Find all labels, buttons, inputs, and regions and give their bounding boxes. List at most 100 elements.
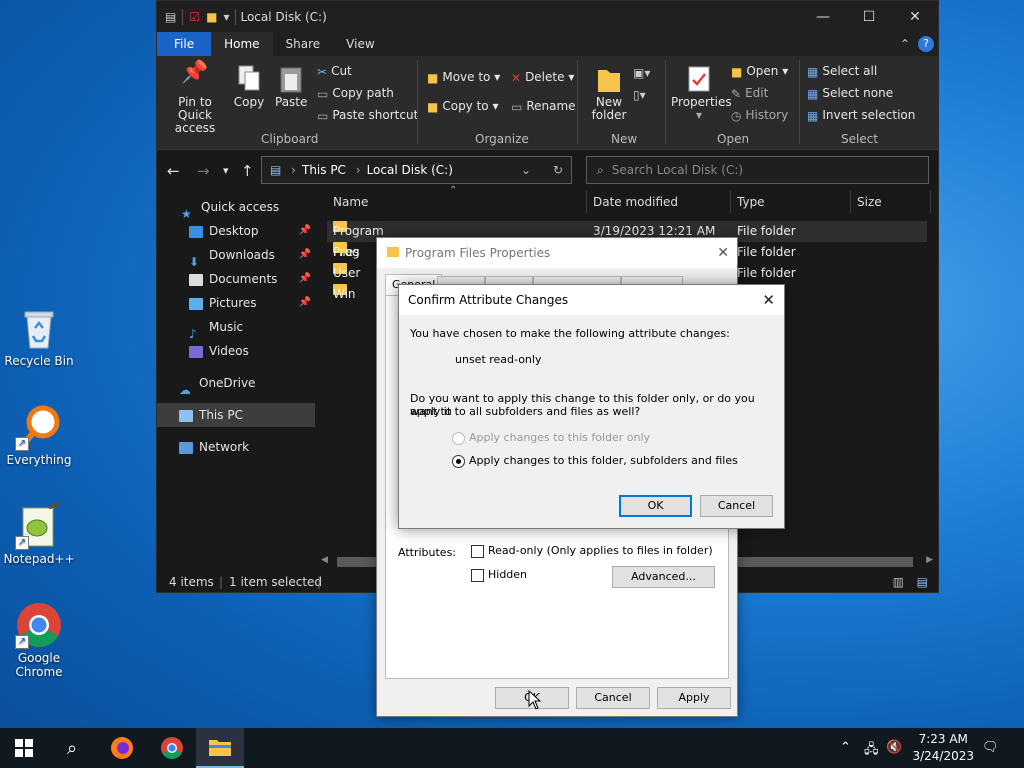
pin-quick-access-button[interactable]: 📌 Pin to Quick access — [163, 60, 227, 135]
show-hidden-icons-chevron-icon[interactable]: ⌃ — [840, 740, 851, 755]
readonly-checkbox[interactable]: Read-only (Only applies to files in fold… — [471, 544, 713, 558]
paste-shortcut-button[interactable]: ▭ Paste shortcut — [317, 108, 418, 123]
desktop-icon-chrome[interactable]: ↗ Google Chrome — [1, 601, 77, 679]
confirm-cancel-button[interactable]: Cancel — [700, 495, 773, 517]
nav-desktop[interactable]: Desktop 📌 — [157, 219, 315, 243]
help-icon[interactable]: ? — [918, 36, 934, 52]
back-arrow-icon[interactable]: ← — [167, 162, 180, 180]
radio-folder-only[interactable]: Apply changes to this folder only — [452, 431, 650, 445]
new-folder-quick-icon[interactable]: ■ — [206, 10, 217, 24]
column-name[interactable]: Name — [333, 195, 368, 209]
search-button[interactable]: ⌕ — [48, 728, 96, 768]
nav-music[interactable]: ♪ Music — [157, 315, 315, 341]
scroll-right-icon[interactable]: ▶ — [926, 555, 933, 565]
taskbar-firefox[interactable] — [98, 728, 146, 768]
copy-to-button[interactable]: ■ Copy to ▾ — [427, 99, 499, 114]
confirm-title-bar[interactable]: Confirm Attribute Changes ✕ — [399, 285, 784, 315]
taskbar-chrome[interactable] — [148, 728, 196, 768]
tab-view[interactable]: View — [333, 32, 387, 56]
network-tray-icon[interactable]: 🖧 — [864, 740, 879, 762]
nav-quick-access[interactable]: ★ Quick access — [157, 195, 315, 221]
close-icon[interactable]: ✕ — [762, 285, 775, 315]
hidden-checkbox[interactable]: Hidden — [471, 568, 527, 582]
nav-documents[interactable]: Documents 📌 — [157, 267, 315, 291]
nav-network[interactable]: Network — [157, 435, 315, 459]
properties-button[interactable]: Properties ▾ — [671, 64, 732, 122]
tab-share[interactable]: Share — [273, 32, 334, 56]
confirm-attribute-dialog[interactable]: Confirm Attribute Changes ✕ You have cho… — [398, 284, 785, 529]
breadcrumb-this-pc[interactable]: This PC — [302, 163, 346, 177]
confirm-ok-button[interactable]: OK — [619, 495, 692, 517]
move-to-button[interactable]: ■ Move to ▾ — [427, 70, 500, 85]
apply-button[interactable]: Apply — [657, 687, 731, 709]
new-folder-icon — [587, 64, 631, 96]
customize-chevron-icon[interactable]: ▾ — [223, 10, 229, 24]
clock[interactable]: 7:23 AM 3/24/2023 — [912, 731, 974, 765]
search-input[interactable]: ⌕ Search Local Disk (C:) — [586, 156, 929, 184]
scroll-left-icon[interactable]: ◀ — [321, 555, 328, 565]
move-to-icon: ■ — [427, 70, 439, 85]
properties-title-bar[interactable]: Program Files Properties ✕ — [377, 238, 737, 268]
pin-icon: 📌 — [181, 60, 209, 85]
cut-button[interactable]: ✂ Cut — [317, 64, 352, 79]
desktop-icon-label: Notepad++ — [3, 552, 75, 566]
tab-home[interactable]: Home — [211, 32, 273, 56]
paste-button[interactable]: Paste — [275, 64, 307, 109]
star-icon: ★ — [181, 206, 192, 221]
nav-videos[interactable]: Videos — [157, 339, 315, 363]
new-folder-button[interactable]: New folder — [587, 64, 631, 122]
copy-button[interactable]: Copy — [233, 64, 265, 109]
close-icon[interactable]: ✕ — [717, 238, 729, 268]
recent-chevron-icon[interactable]: ▾ — [223, 164, 229, 177]
tab-file[interactable]: File — [157, 32, 212, 56]
network-icon — [179, 441, 193, 454]
column-size[interactable]: Size — [857, 195, 882, 209]
invert-selection-button[interactable]: ▦ Invert selection — [807, 108, 915, 123]
maximize-icon[interactable]: ☐ — [846, 9, 892, 25]
column-date-modified[interactable]: Date modified — [593, 195, 678, 209]
minimize-icon[interactable]: — — [800, 9, 846, 25]
nav-this-pc[interactable]: This PC — [157, 403, 315, 427]
forward-arrow-icon[interactable]: → — [197, 162, 210, 180]
taskbar-file-explorer[interactable] — [196, 728, 244, 768]
up-arrow-icon[interactable]: ↑ — [241, 162, 254, 180]
address-dropdown-icon[interactable]: ⌄ — [521, 157, 531, 183]
refresh-icon[interactable]: ↻ — [553, 157, 563, 183]
desktop-icon-recycle-bin[interactable]: Recycle Bin — [1, 304, 77, 368]
new-item-icon[interactable]: ▣▾ — [633, 66, 650, 80]
shortcut-arrow-icon: ↗ — [15, 437, 29, 451]
desktop-icon-everything[interactable]: ↗ Everything — [1, 403, 77, 467]
documents-icon — [189, 273, 203, 286]
title-bar[interactable]: ▤ ☑ ■ ▾ Local Disk (C:) — ☐ ✕ — [157, 1, 938, 32]
volume-muted-icon[interactable]: 🔇 — [886, 740, 902, 755]
properties-quick-icon[interactable]: ☑ — [189, 10, 200, 24]
copy-path-button[interactable]: ▭ Copy path — [317, 86, 394, 101]
select-all-button[interactable]: ▦ Select all — [807, 64, 877, 79]
collapse-ribbon-icon[interactable]: ⌃ — [900, 37, 910, 51]
start-button[interactable] — [0, 728, 48, 768]
delete-button[interactable]: ✕ Delete ▾ — [511, 70, 574, 85]
explorer-app-icon: ▤ — [165, 9, 177, 24]
address-bar[interactable]: ▤ › This PC › Local Disk (C:) ⌄ ↻ — [261, 156, 572, 184]
nav-onedrive[interactable]: ☁ OneDrive — [157, 371, 315, 397]
nav-pictures[interactable]: Pictures 📌 — [157, 291, 315, 315]
close-icon[interactable]: ✕ — [892, 9, 938, 25]
select-none-button[interactable]: ▦ Select none — [807, 86, 893, 101]
large-icons-view-icon[interactable]: ▤ — [917, 571, 928, 593]
desktop-icon-notepadpp[interactable]: ↗ Notepad++ — [1, 502, 77, 566]
nav-downloads[interactable]: ⬇ Downloads 📌 — [157, 243, 315, 269]
radio-folder-subfolders-files[interactable]: Apply changes to this folder, subfolders… — [452, 454, 738, 468]
select-none-icon: ▦ — [807, 86, 819, 101]
notification-icon[interactable]: 🗨 — [982, 740, 999, 755]
desktop-icon-label: Everything — [6, 453, 72, 467]
details-view-icon[interactable]: ▥ — [893, 571, 904, 593]
edit-button[interactable]: ✎ Edit — [731, 86, 768, 101]
open-button[interactable]: ■ Open ▾ — [731, 64, 788, 79]
rename-button[interactable]: ▭ Rename — [511, 99, 576, 114]
cancel-button[interactable]: Cancel — [576, 687, 650, 709]
history-button[interactable]: ◷ History — [731, 108, 788, 123]
advanced-button[interactable]: Advanced... — [612, 566, 715, 588]
easy-access-icon[interactable]: ▯▾ — [633, 88, 646, 102]
column-type[interactable]: Type — [737, 195, 765, 209]
breadcrumb-local-disk[interactable]: Local Disk (C:) — [367, 163, 453, 177]
